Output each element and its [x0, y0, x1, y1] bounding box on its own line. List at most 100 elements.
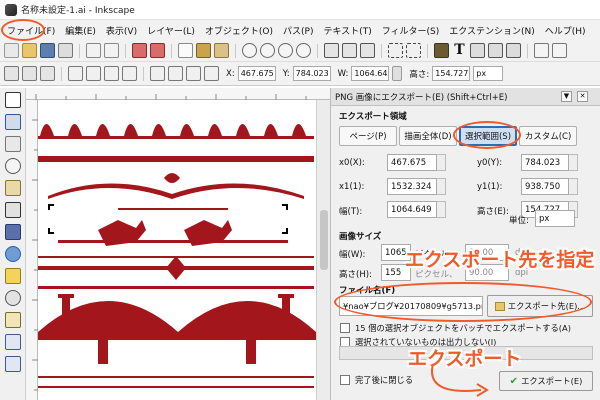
menu-object[interactable]: オブジェクト(O) [200, 24, 278, 37]
rectangle-tool-icon[interactable] [5, 202, 21, 218]
canvas-vertical-scrollbar[interactable] [316, 100, 330, 400]
xml-editor-icon[interactable] [470, 43, 485, 58]
select-all-layers-icon[interactable] [22, 66, 37, 81]
tab-drawing[interactable]: 描画全体(D) [399, 126, 457, 146]
selection-handle-icon[interactable] [48, 204, 54, 210]
dialog-collapse-icon[interactable]: ▼ [561, 91, 572, 102]
objects-icon[interactable] [488, 43, 503, 58]
tab-page[interactable]: ページ(P) [339, 126, 397, 146]
pencil-tool-icon[interactable] [5, 312, 21, 328]
zoom-page-icon[interactable] [278, 43, 293, 58]
y0-spinner[interactable] [569, 154, 578, 171]
bridge-ornament[interactable] [38, 294, 316, 364]
fan-border-ornament[interactable] [38, 124, 314, 139]
lower-to-bottom-icon[interactable] [204, 66, 219, 81]
menu-path[interactable]: パス(P) [278, 24, 318, 37]
area-width-input[interactable]: 1064.649 [387, 201, 437, 218]
zoom-selection-icon[interactable] [242, 43, 257, 58]
flip-horizontal-icon[interactable] [104, 66, 119, 81]
menu-layer[interactable]: レイヤー(L) [142, 24, 200, 37]
save-icon[interactable] [40, 43, 55, 58]
export-button[interactable]: ✔ エクスポート(E) [499, 371, 593, 391]
image-width-input[interactable]: 1065 [381, 244, 411, 261]
raise-to-top-icon[interactable] [150, 66, 165, 81]
y1-spinner[interactable] [569, 178, 578, 195]
image-height-input[interactable]: 155 [381, 264, 411, 281]
dialog-close-icon[interactable]: ✕ [577, 91, 588, 102]
ungroup-icon[interactable] [406, 43, 421, 58]
export-as-button[interactable]: エクスポート先(E)... [487, 295, 593, 317]
copy-icon[interactable] [178, 43, 193, 58]
x0-spinner[interactable] [437, 154, 446, 171]
rotate-cw-icon[interactable] [86, 66, 101, 81]
zoom-width-icon[interactable] [296, 43, 311, 58]
close-when-done-checkbox[interactable] [340, 375, 350, 385]
pen-tool-icon[interactable] [5, 334, 21, 350]
export-icon[interactable] [104, 43, 119, 58]
thin-rule-ornament[interactable] [38, 376, 314, 378]
new-document-icon[interactable] [4, 43, 19, 58]
measure-tool-icon[interactable] [5, 180, 21, 196]
batch-export-checkbox[interactable] [340, 323, 350, 333]
image-height-dpi-input[interactable]: 90.00 [465, 264, 509, 281]
align-distribute-icon[interactable] [506, 43, 521, 58]
selected-animal-ornament[interactable] [58, 220, 288, 246]
zoom-drawing-icon[interactable] [260, 43, 275, 58]
unit-select[interactable]: px [473, 66, 504, 81]
thin-rule-ornament[interactable] [38, 386, 314, 388]
height-input[interactable]: 154.727 [432, 66, 471, 81]
unit-dropdown[interactable]: px [535, 210, 575, 227]
selection-handle-icon[interactable] [48, 228, 54, 234]
select-all-icon[interactable] [4, 66, 19, 81]
menu-view[interactable]: 表示(V) [101, 24, 142, 37]
ellipse-tool-icon[interactable] [5, 246, 21, 262]
width-input[interactable]: 1064.64 [351, 66, 390, 81]
menu-extensions[interactable]: エクステンション(N) [444, 24, 540, 37]
selection-handle-icon[interactable] [282, 204, 288, 210]
menu-edit[interactable]: 編集(E) [60, 24, 101, 37]
unlink-clone-icon[interactable] [360, 43, 375, 58]
y1-input[interactable]: 938.750 [521, 178, 569, 195]
cut-icon[interactable] [196, 43, 211, 58]
scrollbar-thumb[interactable] [320, 210, 328, 270]
image-width-dpi-input[interactable]: 90.00 [465, 244, 509, 261]
tab-selection[interactable]: 選択範囲(S) [459, 126, 517, 146]
open-icon[interactable] [22, 43, 37, 58]
area-width-spinner[interactable] [437, 201, 446, 218]
document-properties-icon[interactable] [552, 43, 567, 58]
lower-icon[interactable] [186, 66, 201, 81]
tweak-tool-icon[interactable] [5, 136, 21, 152]
y-coordinate-input[interactable]: 784.023 [292, 66, 331, 81]
rotate-ccw-icon[interactable] [68, 66, 83, 81]
fill-stroke-icon[interactable] [434, 43, 449, 58]
selection-handle-icon[interactable] [282, 228, 288, 234]
drawing-canvas[interactable] [38, 100, 316, 400]
text-font-icon[interactable]: T [452, 43, 467, 58]
flip-vertical-icon[interactable] [122, 66, 137, 81]
paste-icon[interactable] [214, 43, 229, 58]
menu-filters[interactable]: フィルター(S) [377, 24, 445, 37]
group-icon[interactable] [388, 43, 403, 58]
selector-tool-icon[interactable] [5, 92, 21, 108]
star-tool-icon[interactable] [5, 268, 21, 284]
clone-icon[interactable] [342, 43, 357, 58]
x1-input[interactable]: 1532.324 [387, 178, 437, 195]
menu-text[interactable]: テキスト(T) [318, 24, 376, 37]
x0-input[interactable]: 467.675 [387, 154, 437, 171]
deselect-icon[interactable] [40, 66, 55, 81]
y0-input[interactable]: 784.023 [521, 154, 569, 171]
3d-box-tool-icon[interactable] [5, 224, 21, 240]
preferences-icon[interactable] [534, 43, 549, 58]
filename-input[interactable]: ¥nao¥ブログ¥20170809¥g5713.png [339, 296, 483, 316]
diamond-ornament[interactable] [38, 256, 314, 280]
undo-icon[interactable] [132, 43, 147, 58]
zoom-tool-icon[interactable] [5, 158, 21, 174]
menu-help[interactable]: ヘルプ(H) [540, 24, 591, 37]
x-coordinate-input[interactable]: 467.675 [237, 66, 276, 81]
tab-custom[interactable]: カスタム(C) [519, 126, 577, 146]
spiral-tool-icon[interactable] [5, 290, 21, 306]
heart-scroll-ornament[interactable] [48, 173, 304, 210]
menu-file[interactable]: ファイル(F) [2, 24, 60, 37]
lock-ratio-icon[interactable] [392, 66, 403, 81]
calligraphy-tool-icon[interactable] [5, 356, 21, 372]
